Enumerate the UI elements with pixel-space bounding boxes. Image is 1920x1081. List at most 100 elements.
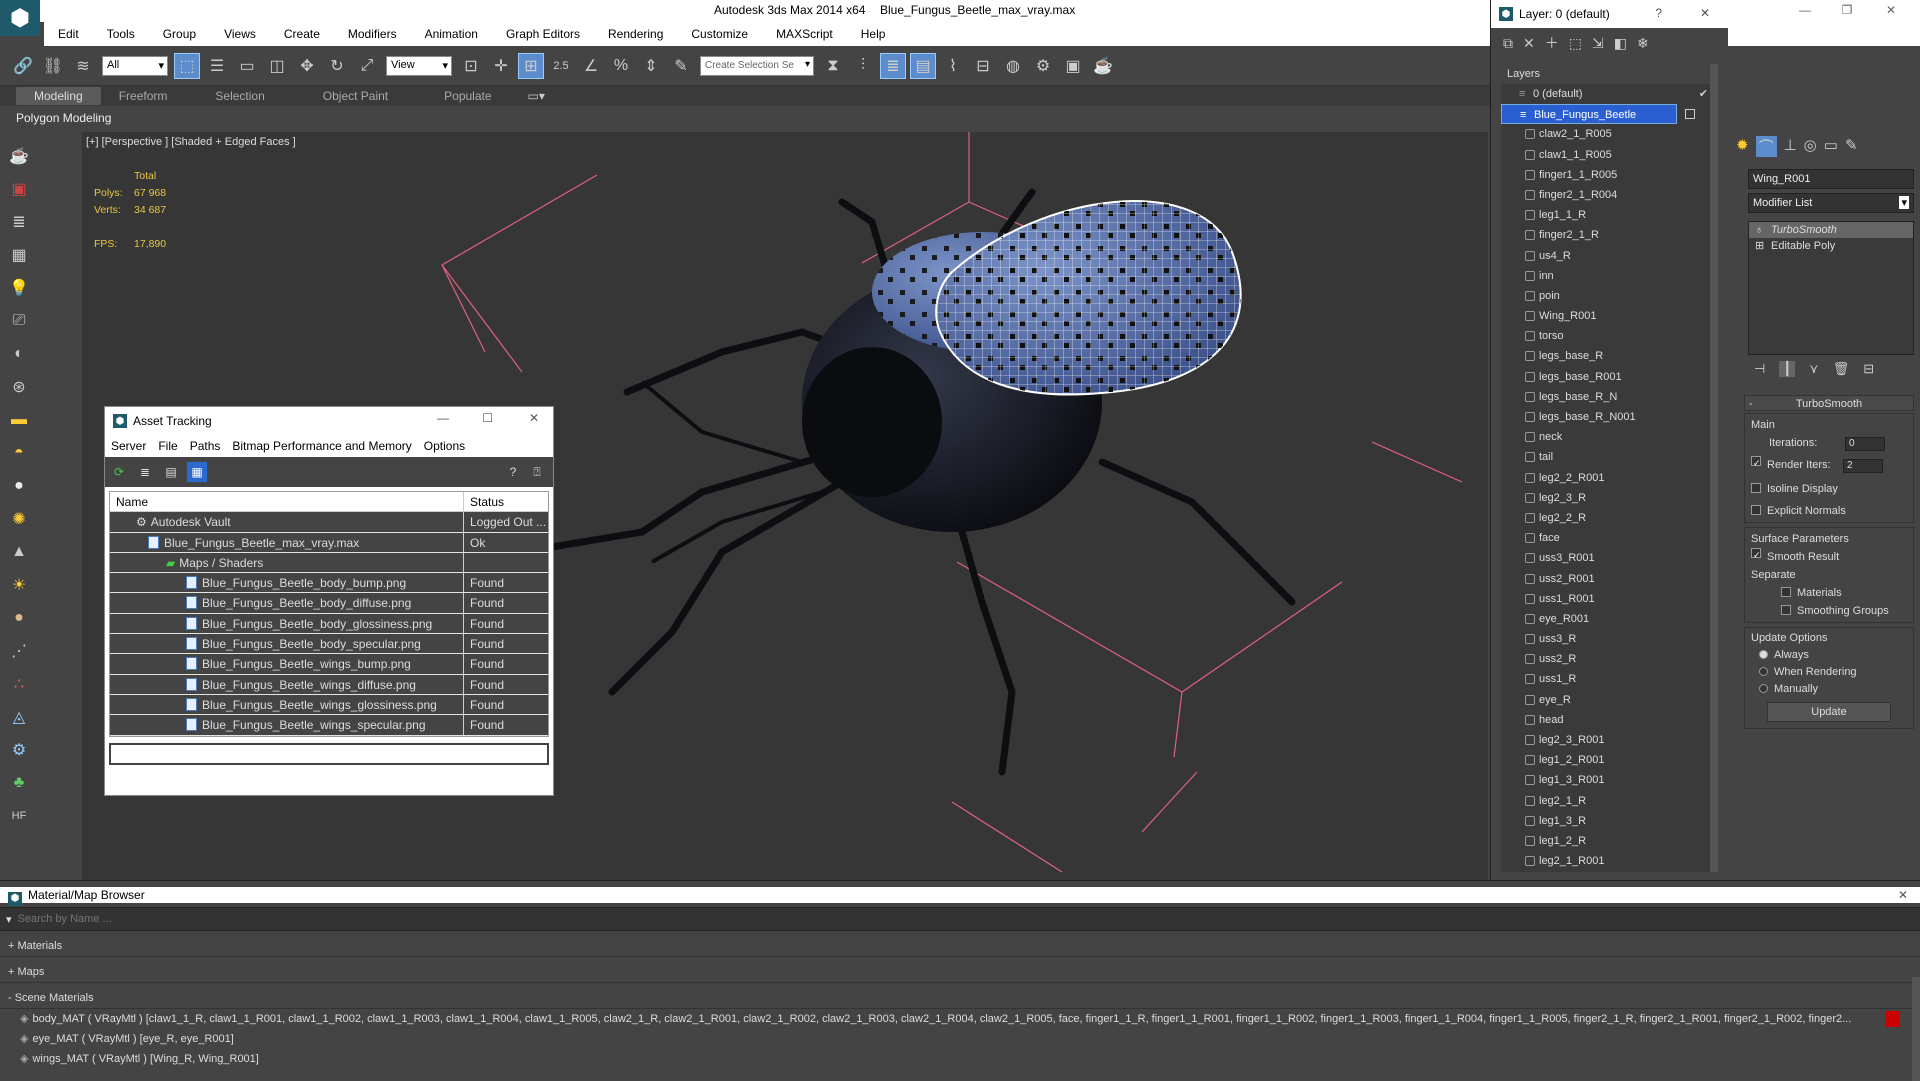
layer-item-row[interactable]: leg2_3_R xyxy=(1501,488,1718,508)
asset-menu-file[interactable]: File xyxy=(152,439,183,453)
remove-modifier-icon[interactable]: 🗑 xyxy=(1833,361,1850,377)
close-icon[interactable]: ✕ xyxy=(1876,0,1906,20)
geometry-icon[interactable]: ◬ xyxy=(7,705,31,729)
particles-icon[interactable]: ∴ xyxy=(7,672,31,696)
layers-header[interactable]: Layers xyxy=(1501,64,1718,84)
sun-icon[interactable]: ☀ xyxy=(7,573,31,597)
table-row[interactable]: Blue_Fungus_Beetle_body_glossiness.png Fo… xyxy=(110,613,548,635)
sphere-icon[interactable]: ● xyxy=(7,474,31,498)
layer-item-row[interactable]: legs_base_R001 xyxy=(1501,367,1718,387)
close-icon[interactable]: ✕ xyxy=(1898,887,1908,903)
edit-named-selection-icon[interactable]: ✎ xyxy=(668,53,694,79)
help-icon[interactable]: ? xyxy=(503,462,523,482)
asset-menu-server[interactable]: Server xyxy=(105,439,152,453)
table-row[interactable]: Blue_Fungus_Beetle_body_diffuse.png Found xyxy=(110,593,548,614)
layer-row-selected[interactable]: ≡ Blue_Fungus_Beetle xyxy=(1501,104,1677,125)
materials-group[interactable]: + Materials xyxy=(0,935,1920,957)
menu-help[interactable]: Help xyxy=(847,27,900,41)
dome-icon[interactable]: ◓ xyxy=(7,441,31,465)
layer-item-row[interactable]: uss2_R001 xyxy=(1501,569,1718,589)
select-by-name-icon[interactable]: ☰ xyxy=(204,53,230,79)
asset-menu-options[interactable]: Options xyxy=(418,439,471,453)
layer-item-row[interactable]: leg1_3_R001 xyxy=(1501,770,1718,790)
configure-sets-icon[interactable]: ⊟ xyxy=(1863,361,1874,377)
menu-rendering[interactable]: Rendering xyxy=(594,27,677,41)
cone-icon[interactable]: ▲ xyxy=(7,540,31,564)
selection-filter-dropdown[interactable]: All ▾ xyxy=(102,55,168,76)
list-item[interactable]: ◈ wings_MAT ( VRayMtl ) [Wing_R, Wing_R00… xyxy=(20,1049,1900,1069)
layer-item-row[interactable]: neck xyxy=(1501,427,1718,447)
when-rendering-radio[interactable] xyxy=(1759,667,1768,676)
menu-customize[interactable]: Customize xyxy=(677,27,762,41)
film-icon[interactable]: ⊛ xyxy=(7,375,31,399)
layer-item-row[interactable]: inn xyxy=(1501,266,1718,286)
layer-item-row[interactable]: poin xyxy=(1501,286,1718,306)
render-icon[interactable]: ▣ xyxy=(7,177,31,201)
layer-scrollbar[interactable] xyxy=(1710,64,1718,872)
hierarchy-tab-icon[interactable]: ⊥ xyxy=(1784,136,1797,157)
utilities-tab-icon[interactable]: ✎ xyxy=(1845,136,1858,157)
material-editor-icon[interactable]: ◍ xyxy=(1000,53,1026,79)
table-row[interactable]: Blue_Fungus_Beetle_wings_glossiness.png F… xyxy=(110,694,548,716)
pivot-icon[interactable]: ⊡ xyxy=(458,53,484,79)
layer-item-row[interactable]: claw2_1_R005 xyxy=(1501,124,1718,144)
pin-stack-icon[interactable]: ⊣ xyxy=(1754,361,1765,377)
layer-item-row[interactable]: finger1_1_R005 xyxy=(1501,165,1718,185)
layer-item-row[interactable]: leg1_3_R xyxy=(1501,811,1718,831)
rollout-header[interactable]: - TurboSmooth xyxy=(1744,395,1914,411)
render-frame-icon[interactable]: ▣ xyxy=(1060,53,1086,79)
layer-item-row[interactable]: legs_base_R_N001 xyxy=(1501,407,1718,427)
plane-icon[interactable]: ▬ xyxy=(7,408,31,432)
camera-icon[interactable]: ⎚ xyxy=(7,309,31,333)
scene-explorer-icon[interactable]: ▤ xyxy=(910,52,936,79)
layer-item-row[interactable]: finger2_1_R xyxy=(1501,225,1718,245)
layer-item-row[interactable]: legs_base_R xyxy=(1501,346,1718,366)
select-object-icon[interactable]: ⬚ xyxy=(174,52,200,79)
align-icon[interactable]: ⫶ xyxy=(850,53,876,79)
tab-object-paint[interactable]: Object Paint xyxy=(295,87,416,105)
list-view-icon[interactable]: ≣ xyxy=(135,462,155,482)
layer-item-row[interactable]: leg2_2_R xyxy=(1501,508,1718,528)
horizontal-scrollbar[interactable] xyxy=(110,735,548,736)
layer-item-row[interactable]: leg2_3_R001 xyxy=(1501,730,1718,750)
hide-all-icon[interactable]: ◧ xyxy=(1614,35,1627,52)
layer-item-row[interactable]: claw1_1_R005 xyxy=(1501,145,1718,165)
layer-item-row[interactable]: leg2_2_R001 xyxy=(1501,468,1718,488)
plant-icon[interactable]: ♣ xyxy=(7,771,31,795)
unlink-icon[interactable]: ⛓ xyxy=(40,53,66,79)
table-row[interactable]: Blue_Fungus_Beetle_wings_specular.png Fou… xyxy=(110,715,548,736)
select-layer-icon[interactable]: ⬚ xyxy=(1569,35,1582,52)
table-view-icon[interactable]: ▦ xyxy=(187,462,207,482)
maximize-icon[interactable]: ☐ xyxy=(482,411,493,425)
bind-spacewarp-icon[interactable]: ≋ xyxy=(70,53,96,79)
app-logo-icon[interactable]: ⬢ xyxy=(0,0,40,36)
polygon-modeling-label[interactable]: Polygon Modeling xyxy=(16,111,111,125)
close-icon[interactable]: ✕ xyxy=(529,411,539,425)
angle-snap-icon[interactable]: ∠ xyxy=(578,53,604,79)
asset-path-field[interactable] xyxy=(109,743,549,765)
minimize-icon[interactable]: — xyxy=(1790,0,1820,20)
manually-radio[interactable] xyxy=(1759,684,1768,693)
layer-active-box-icon[interactable] xyxy=(1685,109,1695,119)
ball-icon[interactable]: ● xyxy=(7,606,31,630)
freeze-all-icon[interactable]: ❄ xyxy=(1637,35,1649,52)
tab-modeling[interactable]: Modeling xyxy=(16,87,101,105)
layer-item-row[interactable]: tail xyxy=(1501,447,1718,467)
show-end-result-icon[interactable]: ┃ xyxy=(1779,361,1796,377)
render-setup-icon[interactable]: ⚙ xyxy=(1030,53,1056,79)
tab-freeform[interactable]: Freeform xyxy=(101,87,186,105)
grid-icon[interactable]: ▦ xyxy=(7,243,31,267)
update-button[interactable]: Update xyxy=(1767,702,1891,722)
col-name-header[interactable]: Name xyxy=(110,492,464,512)
modify-tab-icon[interactable]: ⌒ xyxy=(1755,136,1777,157)
refresh-icon[interactable]: ⟳ xyxy=(109,462,129,482)
table-row[interactable]: ▰ Maps / Shaders xyxy=(110,552,548,574)
layer-item-row[interactable]: head xyxy=(1501,710,1718,730)
asset-tracking-titlebar[interactable]: ⬢ Asset Tracking — ☐ ✕ xyxy=(105,407,553,435)
modifier-list-dropdown[interactable]: Modifier List ▾ xyxy=(1748,193,1914,213)
smooth-result-checkbox[interactable] xyxy=(1751,548,1761,558)
layer-item-row[interactable]: torso xyxy=(1501,326,1718,346)
move-icon[interactable]: ✥ xyxy=(294,53,320,79)
scene-materials-group[interactable]: - Scene Materials xyxy=(0,987,1920,1009)
smoothing-groups-checkbox[interactable] xyxy=(1781,605,1791,615)
